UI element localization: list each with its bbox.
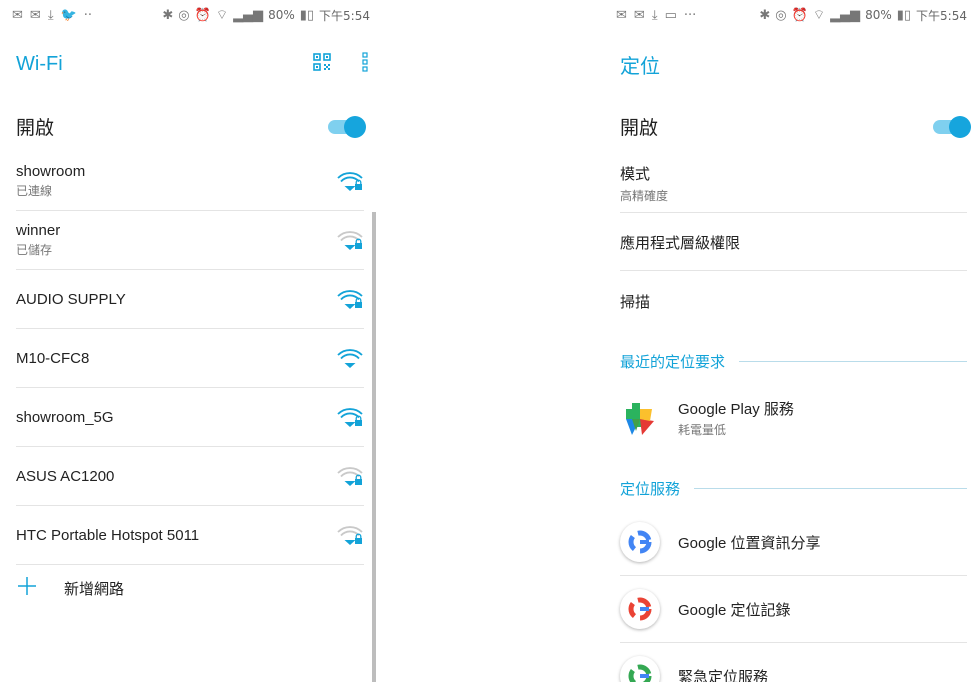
wifi-network-name: showroom_5G — [16, 408, 114, 426]
location-toggle-row[interactable]: 開啟 — [620, 104, 971, 148]
app-bar: 定位 — [620, 44, 965, 84]
divider — [620, 575, 967, 576]
alarm-icon: ⏰ — [791, 7, 808, 23]
bluetooth-icon: ✱ — [759, 7, 771, 23]
wifi-signal-icon — [336, 465, 364, 487]
status-bar: ✉ ✉ ⤓ 🐦 ·· ✱ ◎ ⏰ ⌔ ▂▄▆ 80% ▮▯ 下午5:54 — [0, 0, 378, 30]
app-name: Google Play 服務 — [678, 401, 794, 418]
wifi-signal-icon — [336, 288, 364, 310]
mode-setting[interactable]: 模式 高精確度 — [620, 163, 965, 204]
wifi-screen: ✉ ✉ ⤓ 🐦 ·· ✱ ◎ ⏰ ⌔ ▂▄▆ 80% ▮▯ 下午5:54 Wi-… — [0, 0, 378, 682]
download-icon: ⤓ — [651, 7, 658, 23]
location-switch[interactable] — [933, 116, 971, 138]
wifi-status-icon: ⌔ — [812, 8, 826, 23]
alarm-icon: ⏰ — [194, 7, 211, 23]
gmail-icon: ✉ — [633, 7, 645, 23]
do-not-disturb-icon: ◎ — [775, 7, 787, 23]
wifi-network-name: ASUS AC1200 — [16, 467, 115, 485]
wifi-signal-icon — [336, 229, 364, 251]
wifi-network-status: 已連線 — [16, 184, 53, 198]
wifi-network-name: showroom — [16, 163, 86, 180]
wifi-network-item[interactable]: M10-CFC8 — [16, 329, 364, 388]
signal-icon: ▂▄▆ — [830, 7, 861, 23]
qr-scan-icon[interactable] — [312, 52, 332, 77]
mode-title: 模式 — [620, 166, 651, 183]
mode-value: 高精確度 — [620, 189, 669, 203]
gmail-icon: ✉ — [12, 7, 23, 23]
service-name: 緊急定位服務 — [678, 668, 769, 682]
battery-percent: 80% — [268, 8, 295, 22]
page-title: 定位 — [620, 55, 660, 78]
app-permissions-title: 應用程式層級權限 — [620, 235, 741, 252]
app-battery-usage: 耗電量低 — [678, 423, 727, 437]
wifi-network-item[interactable]: HTC Portable Hotspot 5011 — [16, 506, 364, 565]
recent-request-item[interactable]: Google Play 服務 耗電量低 — [620, 398, 967, 438]
divider — [620, 642, 967, 643]
battery-icon: ▮▯ — [299, 7, 315, 23]
location-service-item[interactable]: 緊急定位服務 — [620, 656, 967, 682]
wifi-network-name: HTC Portable Hotspot 5011 — [16, 526, 200, 544]
wifi-network-item[interactable]: AUDIO SUPPLY — [16, 270, 364, 329]
clock: 下午5:54 — [916, 8, 967, 23]
section-title: 定位服務 — [620, 481, 681, 498]
section-title: 最近的定位要求 — [620, 354, 726, 371]
app-bar: Wi-Fi — [16, 44, 368, 84]
service-name: Google 位置資訊分享 — [678, 534, 821, 552]
divider — [620, 212, 967, 213]
battery-percent: 80% — [865, 8, 892, 22]
scrollbar[interactable] — [372, 212, 376, 682]
more-notifications-icon: ·· — [83, 7, 93, 23]
scanning-setting[interactable]: 掃描 — [620, 291, 965, 312]
wifi-toggle-row[interactable]: 開啟 — [16, 104, 366, 148]
gmail-icon: ✉ — [29, 7, 41, 23]
app-permissions-setting[interactable]: 應用程式層級權限 — [620, 232, 965, 253]
image-icon: ▭ — [664, 7, 677, 23]
wifi-network-name: M10-CFC8 — [16, 349, 90, 367]
wifi-network-status: 已儲存 — [16, 243, 53, 257]
bluetooth-icon: ✱ — [162, 7, 174, 23]
twitter-icon: 🐦 — [60, 7, 77, 23]
google-play-services-icon — [620, 398, 660, 438]
wifi-status-icon: ⌔ — [215, 8, 229, 23]
clock: 下午5:54 — [319, 8, 370, 23]
more-notifications-icon: ··· — [683, 7, 697, 23]
wifi-switch[interactable] — [328, 116, 366, 138]
google-icon — [620, 522, 660, 562]
gmail-icon: ✉ — [616, 7, 627, 23]
wifi-network-name: AUDIO SUPPLY — [16, 290, 126, 308]
add-network-label: 新增網路 — [64, 581, 125, 598]
battery-icon: ▮▯ — [896, 7, 912, 23]
wifi-signal-icon — [336, 170, 364, 192]
wifi-signal-icon — [336, 524, 364, 546]
page-title: Wi-Fi — [16, 52, 63, 75]
more-vert-icon[interactable] — [362, 51, 368, 77]
google-icon — [620, 589, 660, 629]
wifi-network-item[interactable]: winner 已儲存 — [16, 211, 364, 270]
download-icon: ⤓ — [47, 7, 54, 23]
toggle-label: 開啟 — [16, 117, 55, 139]
google-icon — [620, 656, 660, 682]
wifi-network-item[interactable]: showroom_5G — [16, 388, 364, 447]
service-name: Google 定位記錄 — [678, 601, 791, 619]
location-service-item[interactable]: Google 位置資訊分享 — [620, 522, 967, 562]
scanning-title: 掃描 — [620, 294, 651, 311]
recent-requests-header: 最近的定位要求 — [620, 351, 967, 372]
wifi-network-item[interactable]: showroom 已連線 — [16, 152, 364, 211]
wifi-network-item[interactable]: ASUS AC1200 — [16, 447, 364, 506]
toggle-label: 開啟 — [620, 117, 659, 139]
wifi-signal-icon — [336, 347, 364, 369]
do-not-disturb-icon: ◎ — [178, 7, 190, 23]
signal-icon: ▂▄▆ — [233, 7, 264, 23]
location-service-item[interactable]: Google 定位記錄 — [620, 589, 967, 629]
wifi-signal-icon — [336, 406, 364, 428]
wifi-network-name: winner — [16, 222, 61, 239]
status-bar: ✉ ✉ ⤓ ▭ ··· ✱ ◎ ⏰ ⌔ ▂▄▆ 80% ▮▯ 下午5:54 — [604, 0, 975, 30]
location-services-header: 定位服務 — [620, 478, 967, 499]
divider — [620, 270, 967, 271]
add-network-button[interactable]: 新增網路 — [16, 575, 124, 602]
wifi-network-list: showroom 已連線 winner 已儲存 AUDIO SUPPLY M10-CFC8… — [16, 152, 364, 565]
location-screen: ✉ ✉ ⤓ ▭ ··· ✱ ◎ ⏰ ⌔ ▂▄▆ 80% ▮▯ 下午5:54 定位… — [604, 0, 975, 682]
add-icon — [16, 575, 38, 602]
